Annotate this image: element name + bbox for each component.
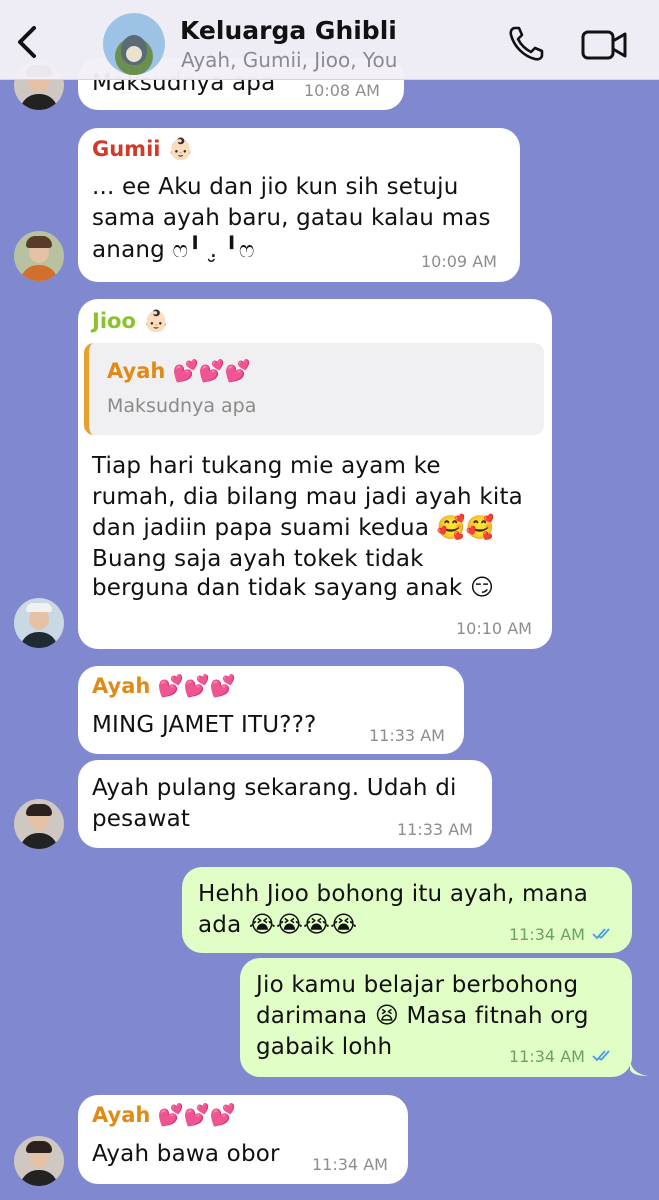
message-bubble[interactable]: Ayah 💕💕💕 Ayah bawa obor 11:34 AM	[78, 1095, 408, 1184]
message-time: 11:34 AM	[312, 1155, 388, 1174]
chat-header: Keluarga Ghibli Ayah, Gumii, Jioo, You	[0, 0, 659, 80]
message-text-line: Hehh Jioo bohong itu ayah, mana	[198, 881, 589, 907]
message-time: 11:34 AM	[509, 925, 585, 944]
message-time: 11:34 AM	[509, 1047, 585, 1066]
message-text-line: dan jadiin papa suami kedua 🥰🥰	[92, 515, 495, 541]
message-text-line: ... ee Aku dan jio kun sih setuju	[92, 174, 459, 200]
video-camera-icon[interactable]	[580, 28, 628, 62]
message-text-line: darimana 😫 Masa fitnah org	[256, 1003, 589, 1029]
message-bubble[interactable]: Ayah pulang sekarang. Udah di pesawat 11…	[78, 760, 492, 848]
message-text-line: Ayah bawa obor	[92, 1141, 280, 1167]
message-time: 10:09 AM	[421, 252, 497, 271]
outgoing-message-bubble[interactable]: Jio kamu belajar berbohong darimana 😫 Ma…	[240, 958, 632, 1077]
message-time: 11:33 AM	[369, 726, 445, 745]
message-text-line: anang ෆ╹ .̮ ╹ෆ	[92, 237, 255, 263]
avatar-ayah[interactable]	[14, 799, 64, 849]
message-text-line: Tiap hari tukang mie ayam ke	[92, 453, 441, 479]
outgoing-message-bubble[interactable]: Hehh Jioo bohong itu ayah, mana ada 😭😭😭😭…	[182, 867, 632, 953]
phone-icon[interactable]	[506, 24, 546, 64]
quoted-message[interactable]: Ayah 💕💕💕 Maksudnya apa	[84, 343, 544, 435]
message-text-line: Jio kamu belajar berbohong	[256, 972, 579, 998]
back-chevron-icon[interactable]	[10, 22, 44, 62]
message-text-line: rumah, dia bilang mau jadi ayah kita	[92, 484, 523, 510]
message-bubble[interactable]: Jioo 👶🏻 Ayah 💕💕💕 Maksudnya apa Tiap hari…	[78, 299, 552, 649]
message-text-line: gabaik lohh	[256, 1034, 393, 1060]
message-text-line: berguna dan tidak sayang anak 😏	[92, 575, 495, 601]
message-bubble[interactable]: Ayah 💕💕💕 MING JAMET ITU??? 11:33 AM	[78, 666, 464, 754]
message-bubble[interactable]: Gumii 👶🏻 ... ee Aku dan jio kun sih setu…	[78, 128, 520, 282]
message-text-line: MING JAMET ITU???	[92, 712, 317, 738]
message-text-line: pesawat	[92, 806, 191, 832]
avatar-ayah[interactable]	[14, 1136, 64, 1186]
read-ticks-icon	[592, 1050, 610, 1062]
message-text-line: Buang saja ayah tokek tidak	[92, 546, 424, 572]
message-time: 11:33 AM	[397, 820, 473, 839]
sender-name: Gumii 👶🏻	[92, 137, 194, 161]
message-text-line: sama ayah baru, gatau kalau mas	[92, 205, 491, 231]
read-ticks-icon	[592, 928, 610, 940]
quoted-text: Maksudnya apa	[107, 395, 257, 417]
sender-name: Ayah 💕💕💕	[92, 1103, 237, 1127]
message-text-line: Ayah pulang sekarang. Udah di	[92, 775, 457, 801]
sender-name: Jioo 👶🏻	[92, 309, 170, 333]
avatar-jioo[interactable]	[14, 598, 64, 648]
group-avatar[interactable]	[103, 13, 165, 75]
quoted-sender: Ayah 💕💕💕	[107, 359, 252, 383]
sender-name: Ayah 💕💕💕	[92, 674, 237, 698]
message-time: 10:10 AM	[456, 619, 532, 638]
message-time: 10:08 AM	[304, 81, 380, 100]
group-title[interactable]: Keluarga Ghibli	[180, 16, 397, 45]
group-members[interactable]: Ayah, Gumii, Jioo, You	[181, 48, 397, 72]
message-text-line: ada 😭😭😭😭	[198, 912, 358, 938]
avatar-gumii[interactable]	[14, 231, 64, 281]
bubble-tail	[630, 1058, 648, 1076]
